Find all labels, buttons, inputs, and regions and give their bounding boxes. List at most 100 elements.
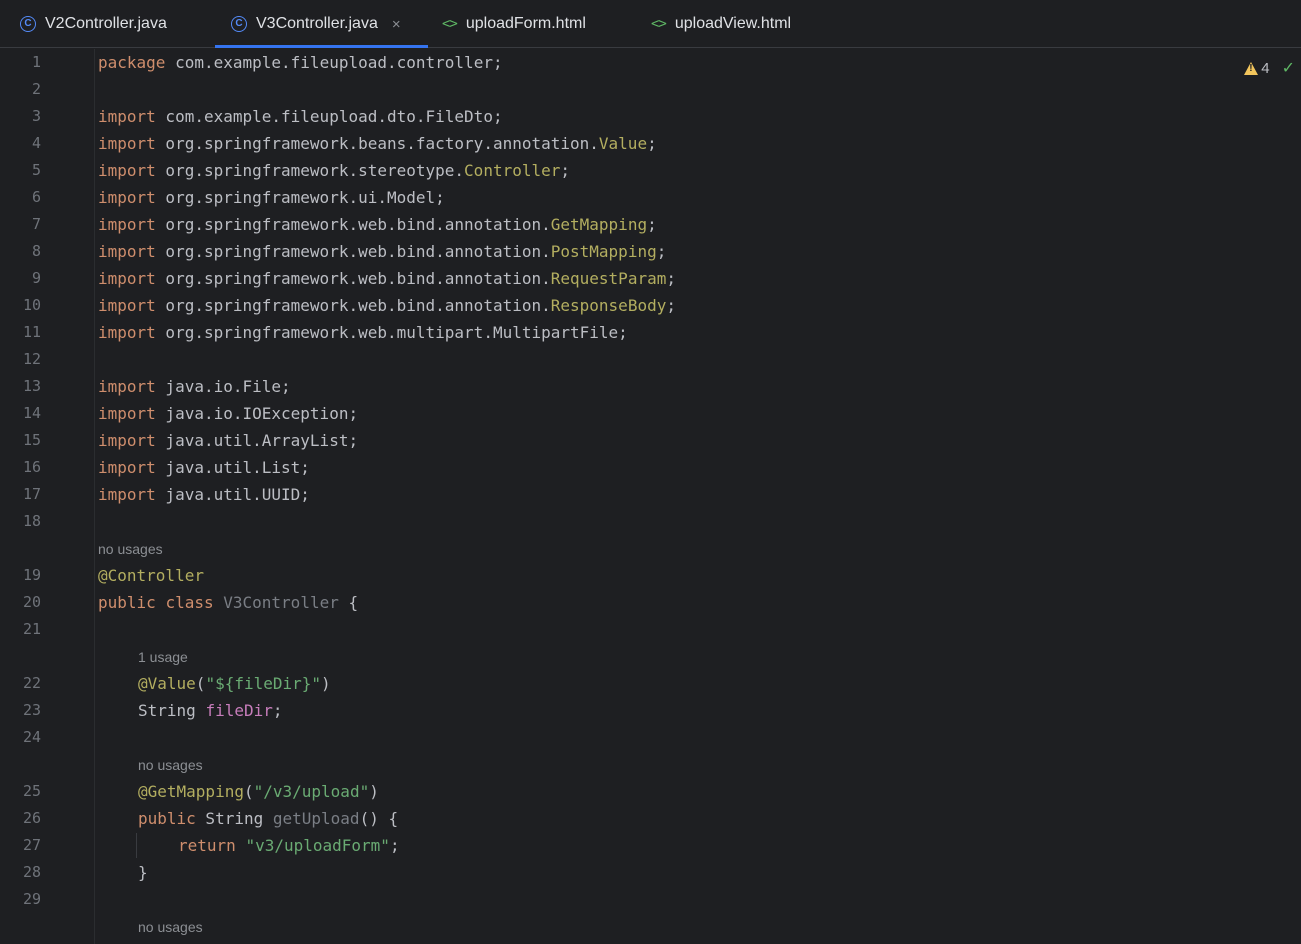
code-line: 11 import org.springframework.web.multip… <box>0 319 1301 346</box>
java-class-icon: C <box>20 16 36 32</box>
line-number: 4 <box>31 134 41 152</box>
code-line: 29 <box>0 886 1301 913</box>
tab-label: uploadView.html <box>674 15 792 32</box>
code-text: import java.io.File; <box>98 377 291 396</box>
code-text: } <box>138 863 148 882</box>
code-text: import java.util.UUID; <box>98 485 310 504</box>
code-editor[interactable]: 4 ✓ 1 package com.example.fileupload.con… <box>0 49 1301 944</box>
code-line: 2 <box>0 76 1301 103</box>
usages-hint[interactable]: no usages <box>98 536 163 563</box>
usages-hint[interactable]: 1 usage <box>138 644 188 671</box>
line-number: 14 <box>22 404 41 422</box>
tab-label: V2Controller.java <box>45 15 167 32</box>
tab-label: uploadForm.html <box>465 15 586 32</box>
line-number: 24 <box>22 728 41 746</box>
code-text: import org.springframework.stereotype.Co… <box>98 161 571 180</box>
line-number: 28 <box>22 863 41 881</box>
code-text: import java.util.List; <box>98 458 310 477</box>
line-number: 7 <box>31 215 41 233</box>
inlay-hint-row: no usages <box>0 536 1301 563</box>
code-text: @GetMapping("/v3/upload") <box>138 782 379 801</box>
tab-label: V3Controller.java <box>256 15 378 32</box>
code-line: 7 import org.springframework.web.bind.an… <box>0 211 1301 238</box>
code-text: @Controller <box>98 566 204 585</box>
line-number: 29 <box>22 890 41 908</box>
code-text: import org.springframework.web.bind.anno… <box>98 215 657 234</box>
line-number: 12 <box>22 350 41 368</box>
line-number: 26 <box>22 809 41 827</box>
line-number: 22 <box>22 674 41 692</box>
line-number: 27 <box>22 836 41 854</box>
line-number: 23 <box>22 701 41 719</box>
code-line: 5 import org.springframework.stereotype.… <box>0 157 1301 184</box>
line-number: 17 <box>22 485 41 503</box>
line-number: 8 <box>31 242 41 260</box>
code-text: import com.example.fileupload.dto.FileDt… <box>98 107 503 126</box>
code-text: import org.springframework.ui.Model; <box>98 188 445 207</box>
code-line: 17 import java.util.UUID; <box>0 481 1301 508</box>
line-number: 15 <box>22 431 41 449</box>
line-number: 20 <box>22 593 41 611</box>
line-number: 25 <box>22 782 41 800</box>
line-number: 13 <box>22 377 41 395</box>
usages-hint[interactable]: no usages <box>138 914 203 941</box>
code-line: 1 package com.example.fileupload.control… <box>0 49 1301 76</box>
code-line: 26 public String getUpload() { <box>0 805 1301 832</box>
code-line: 8 import org.springframework.web.bind.an… <box>0 238 1301 265</box>
code-text: import org.springframework.beans.factory… <box>98 134 657 153</box>
code-line: 3 import com.example.fileupload.dto.File… <box>0 103 1301 130</box>
line-number: 3 <box>31 107 41 125</box>
code-text: public String getUpload() { <box>138 809 399 828</box>
tab-uploadform[interactable]: <> uploadForm.html <box>442 0 586 48</box>
code-text: import org.springframework.web.bind.anno… <box>98 242 667 261</box>
code-line: 24 <box>0 724 1301 751</box>
code-line: 19 @Controller <box>0 562 1301 589</box>
line-number: 6 <box>31 188 41 206</box>
code-text: public class V3Controller { <box>98 593 359 612</box>
line-number: 10 <box>22 296 41 314</box>
java-class-icon: C <box>231 16 247 32</box>
code-text: @Value("${fileDir}") <box>138 674 331 693</box>
code-line: 20 public class V3Controller { <box>0 589 1301 616</box>
code-line: 27 return "v3/uploadForm"; <box>0 832 1301 859</box>
line-number: 16 <box>22 458 41 476</box>
html-file-icon: <> <box>442 16 458 32</box>
code-text: import java.io.IOException; <box>98 404 359 423</box>
code-line: 16 import java.util.List; <box>0 454 1301 481</box>
code-line: 28 } <box>0 859 1301 886</box>
code-line: 13 import java.io.File; <box>0 373 1301 400</box>
code-text: import java.util.ArrayList; <box>98 431 359 450</box>
line-number: 11 <box>22 323 41 341</box>
code-line: 25 @GetMapping("/v3/upload") <box>0 778 1301 805</box>
tab-v3controller[interactable]: C V3Controller.java × <box>215 0 428 48</box>
close-icon[interactable]: × <box>392 16 401 33</box>
code-line: 12 <box>0 346 1301 373</box>
editor-tab-bar: C V2Controller.java C V3Controller.java … <box>0 0 1301 48</box>
code-text: import org.springframework.web.multipart… <box>98 323 628 342</box>
line-number: 21 <box>22 620 41 638</box>
code-text: package com.example.fileupload.controlle… <box>98 53 503 72</box>
line-number: 1 <box>31 53 41 71</box>
code-line: 18 <box>0 508 1301 535</box>
code-line: 21 <box>0 616 1301 643</box>
line-number: 18 <box>22 512 41 530</box>
html-file-icon: <> <box>651 16 667 32</box>
code-line: 6 import org.springframework.ui.Model; <box>0 184 1301 211</box>
line-number: 9 <box>31 269 41 287</box>
code-text: import org.springframework.web.bind.anno… <box>98 296 676 315</box>
code-line: 15 import java.util.ArrayList; <box>0 427 1301 454</box>
code-line: 14 import java.io.IOException; <box>0 400 1301 427</box>
code-text: return "v3/uploadForm"; <box>178 836 400 855</box>
code-text: String fileDir; <box>138 701 283 720</box>
inlay-hint-row: 1 usage <box>0 644 1301 671</box>
code-line: 23 String fileDir; <box>0 697 1301 724</box>
line-number: 2 <box>31 80 41 98</box>
line-number: 19 <box>22 566 41 584</box>
line-number: 5 <box>31 161 41 179</box>
code-line: 22 @Value("${fileDir}") <box>0 670 1301 697</box>
tab-uploadview[interactable]: <> uploadView.html <box>651 0 791 48</box>
code-line: 4 import org.springframework.beans.facto… <box>0 130 1301 157</box>
usages-hint[interactable]: no usages <box>138 752 203 779</box>
inlay-hint-row: no usages <box>0 752 1301 779</box>
tab-v2controller[interactable]: C V2Controller.java <box>20 0 167 48</box>
